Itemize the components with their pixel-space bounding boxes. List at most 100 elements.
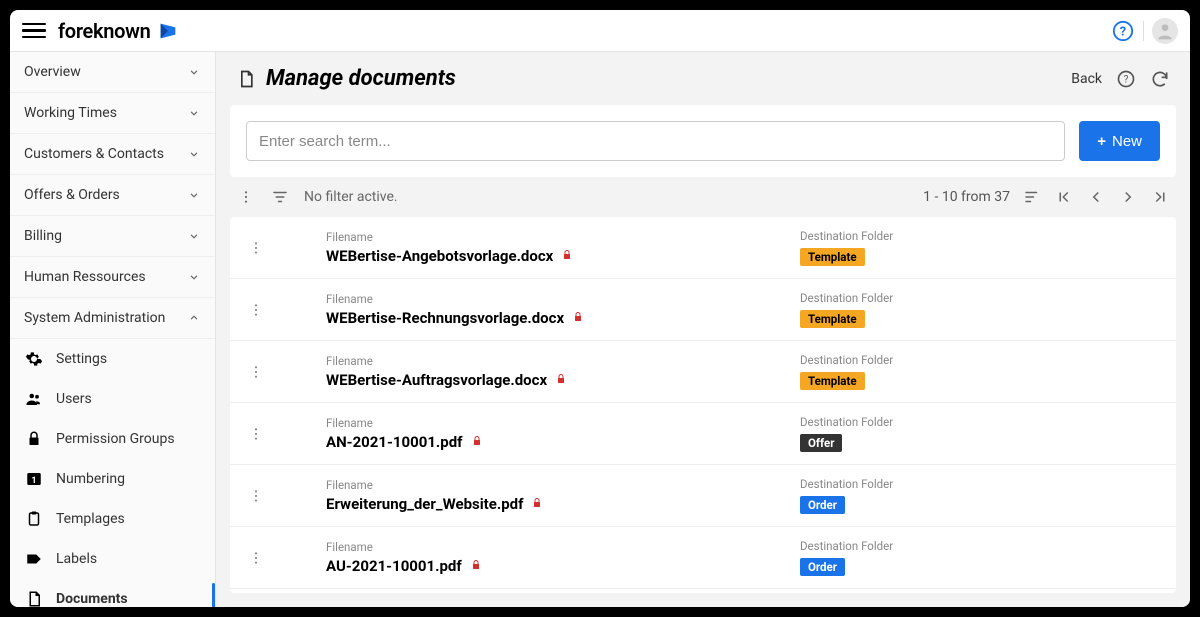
back-link[interactable]: Back	[1071, 71, 1102, 87]
row-menu-icon[interactable]	[246, 364, 266, 380]
filter-icon[interactable]	[270, 187, 290, 207]
sidebar-item-customers-contacts[interactable]: Customers & Contacts	[10, 134, 215, 175]
row-menu-icon[interactable]	[246, 240, 266, 256]
brand-name: foreknown	[58, 19, 151, 43]
sort-icon[interactable]	[1022, 187, 1042, 207]
row-folder-cell: Destination FolderTemplate	[800, 353, 1160, 390]
table-row[interactable]: Filename WEBertise-Auftragsvorlage.docxDe…	[230, 341, 1176, 403]
page-next-icon[interactable]	[1118, 187, 1138, 207]
sidebar-subitem-templages[interactable]: Templages	[10, 499, 215, 539]
table-row[interactable]: FilenameAU-2021-10001.pdfDestination Fol…	[230, 527, 1176, 589]
document-icon	[236, 69, 256, 89]
folder-badge: Order	[800, 496, 845, 514]
clipboard-icon	[24, 509, 44, 529]
numbering-icon: 1	[24, 469, 44, 489]
gear-icon	[24, 349, 44, 369]
help-circle-icon[interactable]: ?	[1116, 69, 1136, 89]
filename-header-label: Filename	[326, 478, 800, 492]
table-row[interactable]: Filename AN-2021-10001.pdfDestination Fol…	[230, 403, 1176, 465]
topbar: foreknown ?	[10, 10, 1190, 52]
row-filename-cell: Filename AN-2021-10001.pdf	[266, 416, 800, 451]
row-filename-cell: FilenameWEBertise-Rechnungsvorlage.docx	[266, 292, 800, 327]
sidebar-item-working-times[interactable]: Working Times	[10, 93, 215, 134]
sidebar-item-billing[interactable]: Billing	[10, 216, 215, 257]
main-content: Manage documents Back ? + New No filter …	[216, 52, 1190, 607]
pagination: 1 - 10 from 37	[923, 187, 1170, 207]
filename-header-label: Filename	[326, 540, 800, 554]
sidebar-subitem-documents[interactable]: Documents	[10, 579, 215, 607]
sidebar-subitem-label: Permission Groups	[56, 431, 175, 447]
row-menu-icon[interactable]	[246, 302, 266, 318]
filter-status: No filter active.	[304, 189, 909, 205]
row-filename: AN-2021-10001.pdf	[326, 433, 800, 451]
sidebar-subitem-numbering[interactable]: 1 Numbering	[10, 459, 215, 499]
sidebar-item-system-administration[interactable]: System Administration	[10, 298, 215, 339]
folder-header-label: Destination Folder	[800, 353, 1160, 367]
search-panel: + New	[230, 105, 1176, 177]
folder-header-label: Destination Folder	[800, 477, 1160, 491]
sidebar-subitem-label: Documents	[56, 591, 128, 607]
svg-text:1: 1	[31, 476, 36, 486]
users-icon	[24, 389, 44, 409]
chevron-down-icon	[187, 65, 201, 79]
new-button[interactable]: + New	[1079, 121, 1160, 161]
help-icon[interactable]: ?	[1111, 19, 1135, 43]
folder-badge: Template	[800, 310, 865, 328]
folder-header-label: Destination Folder	[800, 415, 1160, 429]
row-folder-cell: Destination FolderTemplate	[800, 229, 1160, 266]
filter-bar: No filter active. 1 - 10 from 37	[216, 177, 1190, 217]
document-list: FilenameWEBertise-Angebotsvorlage.docxDe…	[230, 217, 1176, 593]
sidebar-subitem-users[interactable]: Users	[10, 379, 215, 419]
row-filename-cell: Filename Erweiterung_der_Website.pdf	[266, 478, 800, 513]
row-menu-icon[interactable]	[246, 488, 266, 504]
folder-header-label: Destination Folder	[800, 229, 1160, 243]
sidebar-item-human-ressources[interactable]: Human Ressources	[10, 257, 215, 298]
sidebar-subitem-permission-groups[interactable]: Permission Groups	[10, 419, 215, 459]
sidebar-item-offers-orders[interactable]: Offers & Orders	[10, 175, 215, 216]
lock-icon	[572, 311, 586, 325]
sidebar-subitem-labels[interactable]: Labels	[10, 539, 215, 579]
table-row[interactable]: Filename Erweiterung_der_Website.pdfDesti…	[230, 465, 1176, 527]
page-prev-icon[interactable]	[1086, 187, 1106, 207]
lock-icon	[24, 429, 44, 449]
filename-header-label: Filename	[326, 416, 800, 430]
refresh-icon[interactable]	[1150, 69, 1170, 89]
chevron-down-icon	[187, 106, 201, 120]
brand-logo-icon	[157, 20, 179, 42]
sidebar-item-label: System Administration	[24, 310, 165, 326]
folder-badge: Offer	[800, 434, 842, 452]
page-header: Manage documents Back ?	[216, 52, 1190, 105]
sidebar-subitem-label: Labels	[56, 551, 97, 567]
row-filename: WEBertise-Auftragsvorlage.docx	[326, 371, 800, 389]
sidebar-item-overview[interactable]: Overview	[10, 52, 215, 93]
page-first-icon[interactable]	[1054, 187, 1074, 207]
sidebar-subitem-label: Settings	[56, 351, 107, 367]
page-title: Manage documents	[266, 66, 1061, 91]
menu-toggle-button[interactable]	[22, 19, 46, 43]
row-filename: AU-2021-10001.pdf	[326, 557, 800, 575]
sidebar-subitem-settings[interactable]: Settings	[10, 339, 215, 379]
filename-header-label: Filename	[326, 354, 800, 368]
sidebar-subitem-label: Numbering	[56, 471, 125, 487]
sidebar-subitem-label: Templages	[56, 511, 125, 527]
topbar-separator	[1143, 21, 1144, 41]
search-input[interactable]	[246, 121, 1065, 161]
table-row[interactable]: FilenameWEBertise-Rechnungsvorlage.docxD…	[230, 279, 1176, 341]
chevron-down-icon	[187, 270, 201, 284]
row-menu-icon[interactable]	[246, 426, 266, 442]
table-row[interactable]: FilenameWEBertise-Angebotsvorlage.docxDe…	[230, 217, 1176, 279]
filename-header-label: Filename	[326, 292, 800, 306]
row-folder-cell: Destination FolderTemplate	[800, 291, 1160, 328]
row-folder-cell: Destination Folder Order	[800, 477, 1160, 514]
row-filename-cell: Filename WEBertise-Auftragsvorlage.docx	[266, 354, 800, 389]
more-vert-icon[interactable]	[236, 187, 256, 207]
row-filename: Erweiterung_der_Website.pdf	[326, 495, 800, 513]
page-last-icon[interactable]	[1150, 187, 1170, 207]
svg-text:?: ?	[1124, 74, 1129, 85]
sidebar-subitem-label: Users	[56, 391, 92, 407]
lock-icon	[561, 249, 575, 263]
user-avatar[interactable]	[1152, 18, 1178, 44]
row-menu-icon[interactable]	[246, 550, 266, 566]
chevron-down-icon	[187, 147, 201, 161]
sidebar: Overview Working Times Customers & Conta…	[10, 52, 216, 607]
